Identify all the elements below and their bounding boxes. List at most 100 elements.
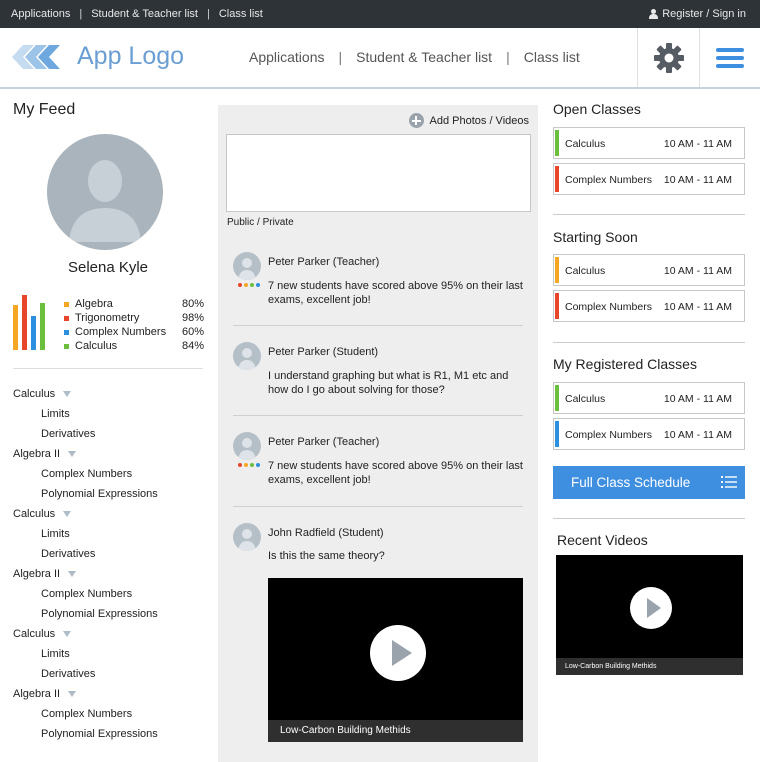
grade-value: 98% xyxy=(181,312,204,324)
dot xyxy=(244,283,248,287)
class-card[interactable]: Calculus 10 AM - 11 AM xyxy=(553,254,745,286)
tree-item[interactable]: Complex Numbers xyxy=(13,704,213,724)
class-color-bar xyxy=(555,385,559,411)
grade-subject: Algebra xyxy=(75,298,113,310)
class-card[interactable]: Complex Numbers 10 AM - 11 AM xyxy=(553,418,745,450)
register-sign-in-link[interactable]: Register / Sign in xyxy=(649,8,746,20)
caret-down-icon[interactable] xyxy=(63,391,72,397)
add-photos-videos-button[interactable]: Add Photos / Videos xyxy=(408,113,529,128)
grade-row: Complex Numbers 60% xyxy=(64,325,204,339)
app-logo-text[interactable]: App Logo xyxy=(77,42,184,71)
top-link-class-list[interactable]: Class list xyxy=(219,8,263,20)
caret-down-icon[interactable] xyxy=(68,571,77,577)
hamburger-menu-button[interactable] xyxy=(699,28,760,87)
dot xyxy=(250,463,254,467)
tree-item[interactable]: Polynomial Expressions xyxy=(13,724,213,744)
tree-group-algebra-ii[interactable]: Algebra II xyxy=(13,684,213,704)
tree-item[interactable]: Complex Numbers xyxy=(13,464,213,484)
class-time: 10 AM - 11 AM xyxy=(663,429,732,441)
class-name: Complex Numbers xyxy=(565,429,652,441)
feed-post: Peter Parker (Student) I understand grap… xyxy=(233,342,523,402)
class-time: 10 AM - 11 AM xyxy=(663,138,732,150)
post-text: 7 new students have scored above 95% on … xyxy=(268,280,523,306)
tree-item[interactable]: Limits xyxy=(13,404,213,424)
tree-item[interactable]: Polynomial Expressions xyxy=(13,484,213,504)
nav-student-teacher-list[interactable]: Student & Teacher list xyxy=(356,49,492,65)
caret-down-icon[interactable] xyxy=(68,691,77,697)
class-name: Complex Numbers xyxy=(565,174,652,186)
caret-down-icon[interactable] xyxy=(68,451,77,457)
class-card[interactable]: Complex Numbers 10 AM - 11 AM xyxy=(553,290,745,322)
tree-group-algebra-ii[interactable]: Algebra II xyxy=(13,564,213,584)
tree-group-calculus[interactable]: Calculus xyxy=(13,504,213,524)
caret-down-icon[interactable] xyxy=(63,631,72,637)
nav-applications[interactable]: Applications xyxy=(249,49,325,65)
top-link-student-teacher-list[interactable]: Student & Teacher list xyxy=(91,8,198,20)
tree-item[interactable]: Derivatives xyxy=(13,544,213,564)
grade-row: Calculus 84% xyxy=(64,339,204,353)
logo-chevrons-icon[interactable] xyxy=(12,42,62,72)
tree-group-calculus[interactable]: Calculus xyxy=(13,624,213,644)
divider xyxy=(553,342,745,343)
post-author[interactable]: John Radfield (Student) xyxy=(268,527,384,539)
top-bar: Applications | Student & Teacher list | … xyxy=(0,0,760,28)
author-avatar[interactable] xyxy=(233,432,261,460)
author-avatar[interactable] xyxy=(233,523,261,551)
post-author[interactable]: Peter Parker (Student) xyxy=(268,346,378,358)
class-card[interactable]: Calculus 10 AM - 11 AM xyxy=(553,127,745,159)
full-class-schedule-button[interactable]: Full Class Schedule xyxy=(553,466,745,499)
tree-item[interactable]: Limits xyxy=(13,644,213,664)
post-author[interactable]: Peter Parker (Teacher) xyxy=(268,436,379,448)
schedule-button-label: Full Class Schedule xyxy=(571,475,691,490)
tree-item[interactable]: Polynomial Expressions xyxy=(13,604,213,624)
class-color-bar xyxy=(555,166,559,192)
tree-item[interactable]: Derivatives xyxy=(13,664,213,684)
video-caption: Low-Carbon Building Methids xyxy=(268,720,523,742)
feed-post: Peter Parker (Teacher) 7 new students ha… xyxy=(233,252,523,312)
author-avatar[interactable] xyxy=(233,252,261,280)
feed-post: John Radfield (Student) Is this the same… xyxy=(233,523,523,563)
visibility-toggle[interactable]: Public / Private xyxy=(227,217,294,228)
class-card[interactable]: Calculus 10 AM - 11 AM xyxy=(553,382,745,414)
post-text: I understand graphing but what is R1, M1… xyxy=(268,370,509,396)
tree-group-calculus[interactable]: Calculus xyxy=(13,384,213,404)
play-icon[interactable] xyxy=(370,625,426,681)
recent-video-player[interactable]: Low-Carbon Building Methids xyxy=(556,555,743,675)
user-icon xyxy=(649,9,659,19)
user-name: Selena Kyle xyxy=(67,259,149,276)
status-dots xyxy=(238,463,260,467)
class-card[interactable]: Complex Numbers 10 AM - 11 AM xyxy=(553,163,745,195)
grade-bar xyxy=(13,305,18,350)
tree-item[interactable]: Limits xyxy=(13,524,213,544)
post-compose-textarea[interactable] xyxy=(226,134,531,212)
class-time: 10 AM - 11 AM xyxy=(663,174,732,186)
settings-button[interactable] xyxy=(637,28,699,87)
grade-value: 84% xyxy=(181,340,204,352)
dot xyxy=(238,463,242,467)
grade-row: Algebra 80% xyxy=(64,297,204,311)
author-avatar[interactable] xyxy=(233,342,261,370)
top-link-applications[interactable]: Applications xyxy=(11,8,70,20)
grades-mini-chart xyxy=(13,294,49,350)
post-video-player[interactable]: Low-Carbon Building Methids xyxy=(268,578,523,742)
subject-tree: Calculus Limits Derivatives Algebra II C… xyxy=(13,384,213,744)
dot xyxy=(250,283,254,287)
divider xyxy=(233,325,523,326)
registered-classes-title: My Registered Classes xyxy=(553,356,697,372)
dot xyxy=(238,283,242,287)
nav-class-list[interactable]: Class list xyxy=(524,49,580,65)
profile-avatar[interactable] xyxy=(47,134,163,250)
caret-down-icon[interactable] xyxy=(63,511,72,517)
post-author[interactable]: Peter Parker (Teacher) xyxy=(268,256,379,268)
tree-item[interactable]: Derivatives xyxy=(13,424,213,444)
header: App Logo Applications | Student & Teache… xyxy=(0,28,760,89)
divider xyxy=(233,415,523,416)
grades-legend: Algebra 80% Trigonometry 98% Complex Num… xyxy=(64,297,204,353)
video-caption: Low-Carbon Building Methids xyxy=(556,658,743,675)
person-silhouette-icon xyxy=(238,529,256,551)
tree-item[interactable]: Complex Numbers xyxy=(13,584,213,604)
legend-dot xyxy=(64,343,69,349)
play-icon[interactable] xyxy=(630,587,672,629)
class-time: 10 AM - 11 AM xyxy=(663,393,732,405)
tree-group-algebra-ii[interactable]: Algebra II xyxy=(13,444,213,464)
